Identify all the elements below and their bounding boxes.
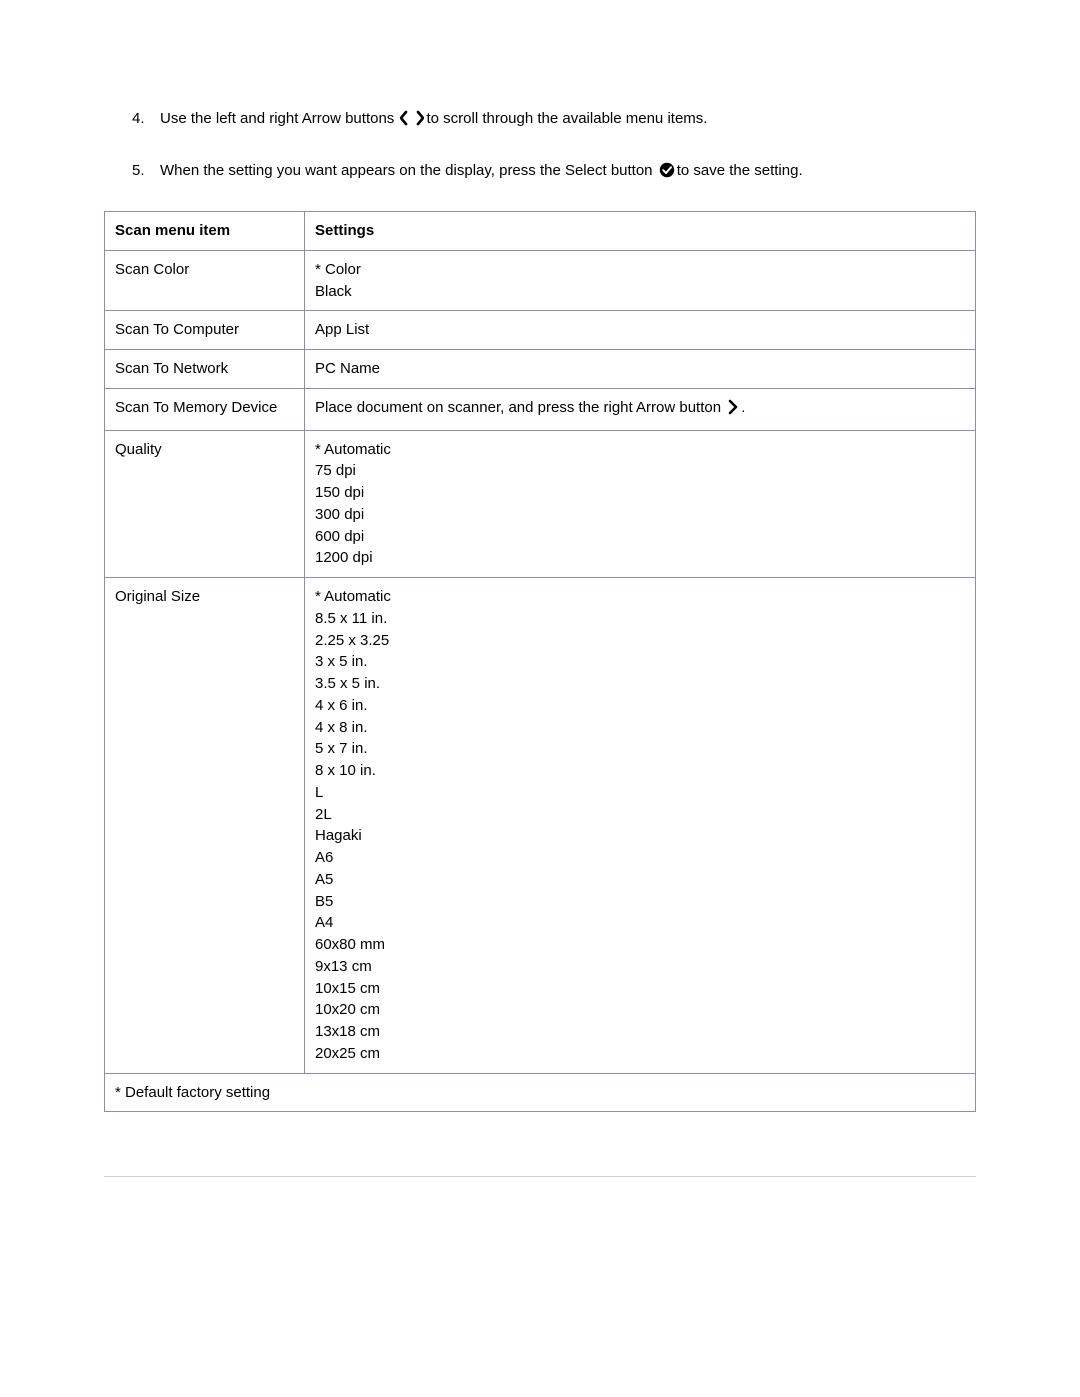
list-number: 4.	[132, 108, 145, 131]
setting-option: 10x15 cm	[315, 978, 965, 1000]
header-col-item: Scan menu item	[105, 212, 305, 251]
setting-option: 3 x 5 in.	[315, 651, 965, 673]
cell-text-pre: Place document on scanner, and press the…	[315, 399, 725, 416]
setting-option: 9x13 cm	[315, 956, 965, 978]
cell-settings: * ColorBlack	[305, 250, 976, 311]
table-footnote-row: * Default factory setting	[105, 1073, 976, 1112]
instruction-5: 5. When the setting you want appears on …	[160, 160, 976, 186]
cell-settings: * Automatic8.5 x 11 in.2.25 x 3.253 x 5 …	[305, 578, 976, 1074]
setting-option: Hagaki	[315, 825, 965, 847]
setting-option: 10x20 cm	[315, 999, 965, 1021]
setting-option: 600 dpi	[315, 526, 965, 548]
setting-option: 300 dpi	[315, 504, 965, 526]
cell-text-post: .	[741, 399, 745, 416]
select-checkmark-icon	[659, 162, 675, 186]
cell-item: Scan To Network	[105, 350, 305, 389]
cell-settings: App List	[305, 311, 976, 350]
setting-option: 1200 dpi	[315, 547, 965, 569]
setting-option: A6	[315, 847, 965, 869]
setting-option: 3.5 x 5 in.	[315, 673, 965, 695]
table-row: Quality* Automatic75 dpi150 dpi300 dpi60…	[105, 430, 976, 578]
instruction-4: 4. Use the left and right Arrow buttons …	[160, 108, 976, 134]
right-arrow-icon	[727, 399, 739, 422]
table-row: Scan To Computer App List	[105, 311, 976, 350]
header-col-settings: Settings	[305, 212, 976, 251]
cell-item: Scan To Computer	[105, 311, 305, 350]
cell-item: Scan To Memory Device	[105, 388, 305, 430]
table-body: Scan Color* ColorBlackScan To ComputerAp…	[105, 250, 976, 1073]
setting-option: A4	[315, 912, 965, 934]
instruction-pre: When the setting you want appears on the…	[160, 162, 657, 179]
setting-option: Black	[315, 281, 965, 303]
instruction-post: to scroll through the available menu ite…	[426, 110, 707, 127]
setting-option: * Color	[315, 259, 965, 281]
setting-option: 60x80 mm	[315, 934, 965, 956]
setting-option: PC Name	[315, 358, 965, 380]
cell-settings: * Automatic75 dpi150 dpi300 dpi600 dpi12…	[305, 430, 976, 578]
setting-option: A5	[315, 869, 965, 891]
setting-option: 8 x 10 in.	[315, 760, 965, 782]
instruction-pre: Use the left and right Arrow buttons	[160, 110, 398, 127]
setting-option: 5 x 7 in.	[315, 738, 965, 760]
cell-item: Scan Color	[105, 250, 305, 311]
setting-option: 4 x 6 in.	[315, 695, 965, 717]
setting-option: 4 x 8 in.	[315, 717, 965, 739]
instruction-post: to save the setting.	[677, 162, 803, 179]
setting-option: 2.25 x 3.25	[315, 630, 965, 652]
setting-option: L	[315, 782, 965, 804]
table-row: Original Size* Automatic8.5 x 11 in.2.25…	[105, 578, 976, 1074]
left-right-arrows-icon	[400, 110, 424, 134]
table-row: Scan To Network PC Name	[105, 350, 976, 389]
setting-option: * Automatic	[315, 586, 965, 608]
scan-menu-table: Scan menu item Settings Scan Color* Colo…	[104, 211, 976, 1112]
cell-item: Original Size	[105, 578, 305, 1074]
setting-option: 75 dpi	[315, 460, 965, 482]
table-header-row: Scan menu item Settings	[105, 212, 976, 251]
setting-option: * Automatic	[315, 439, 965, 461]
setting-option: 13x18 cm	[315, 1021, 965, 1043]
instructions-list: 4. Use the left and right Arrow buttons …	[104, 108, 976, 185]
cell-settings: Place document on scanner, and press the…	[305, 388, 976, 430]
list-number: 5.	[132, 160, 145, 183]
cell-settings: PC Name	[305, 350, 976, 389]
cell-item: Quality	[105, 430, 305, 578]
table-row: Scan To Memory Device Place document on s…	[105, 388, 976, 430]
page: 4. Use the left and right Arrow buttons …	[0, 0, 1080, 1257]
table-row: Scan Color* ColorBlack	[105, 250, 976, 311]
setting-option: App List	[315, 319, 965, 341]
setting-option: 2L	[315, 804, 965, 826]
page-divider	[104, 1176, 976, 1177]
setting-option: B5	[315, 891, 965, 913]
table-footnote: * Default factory setting	[105, 1073, 976, 1112]
setting-option: 8.5 x 11 in.	[315, 608, 965, 630]
setting-option: 20x25 cm	[315, 1043, 965, 1065]
setting-option: 150 dpi	[315, 482, 965, 504]
